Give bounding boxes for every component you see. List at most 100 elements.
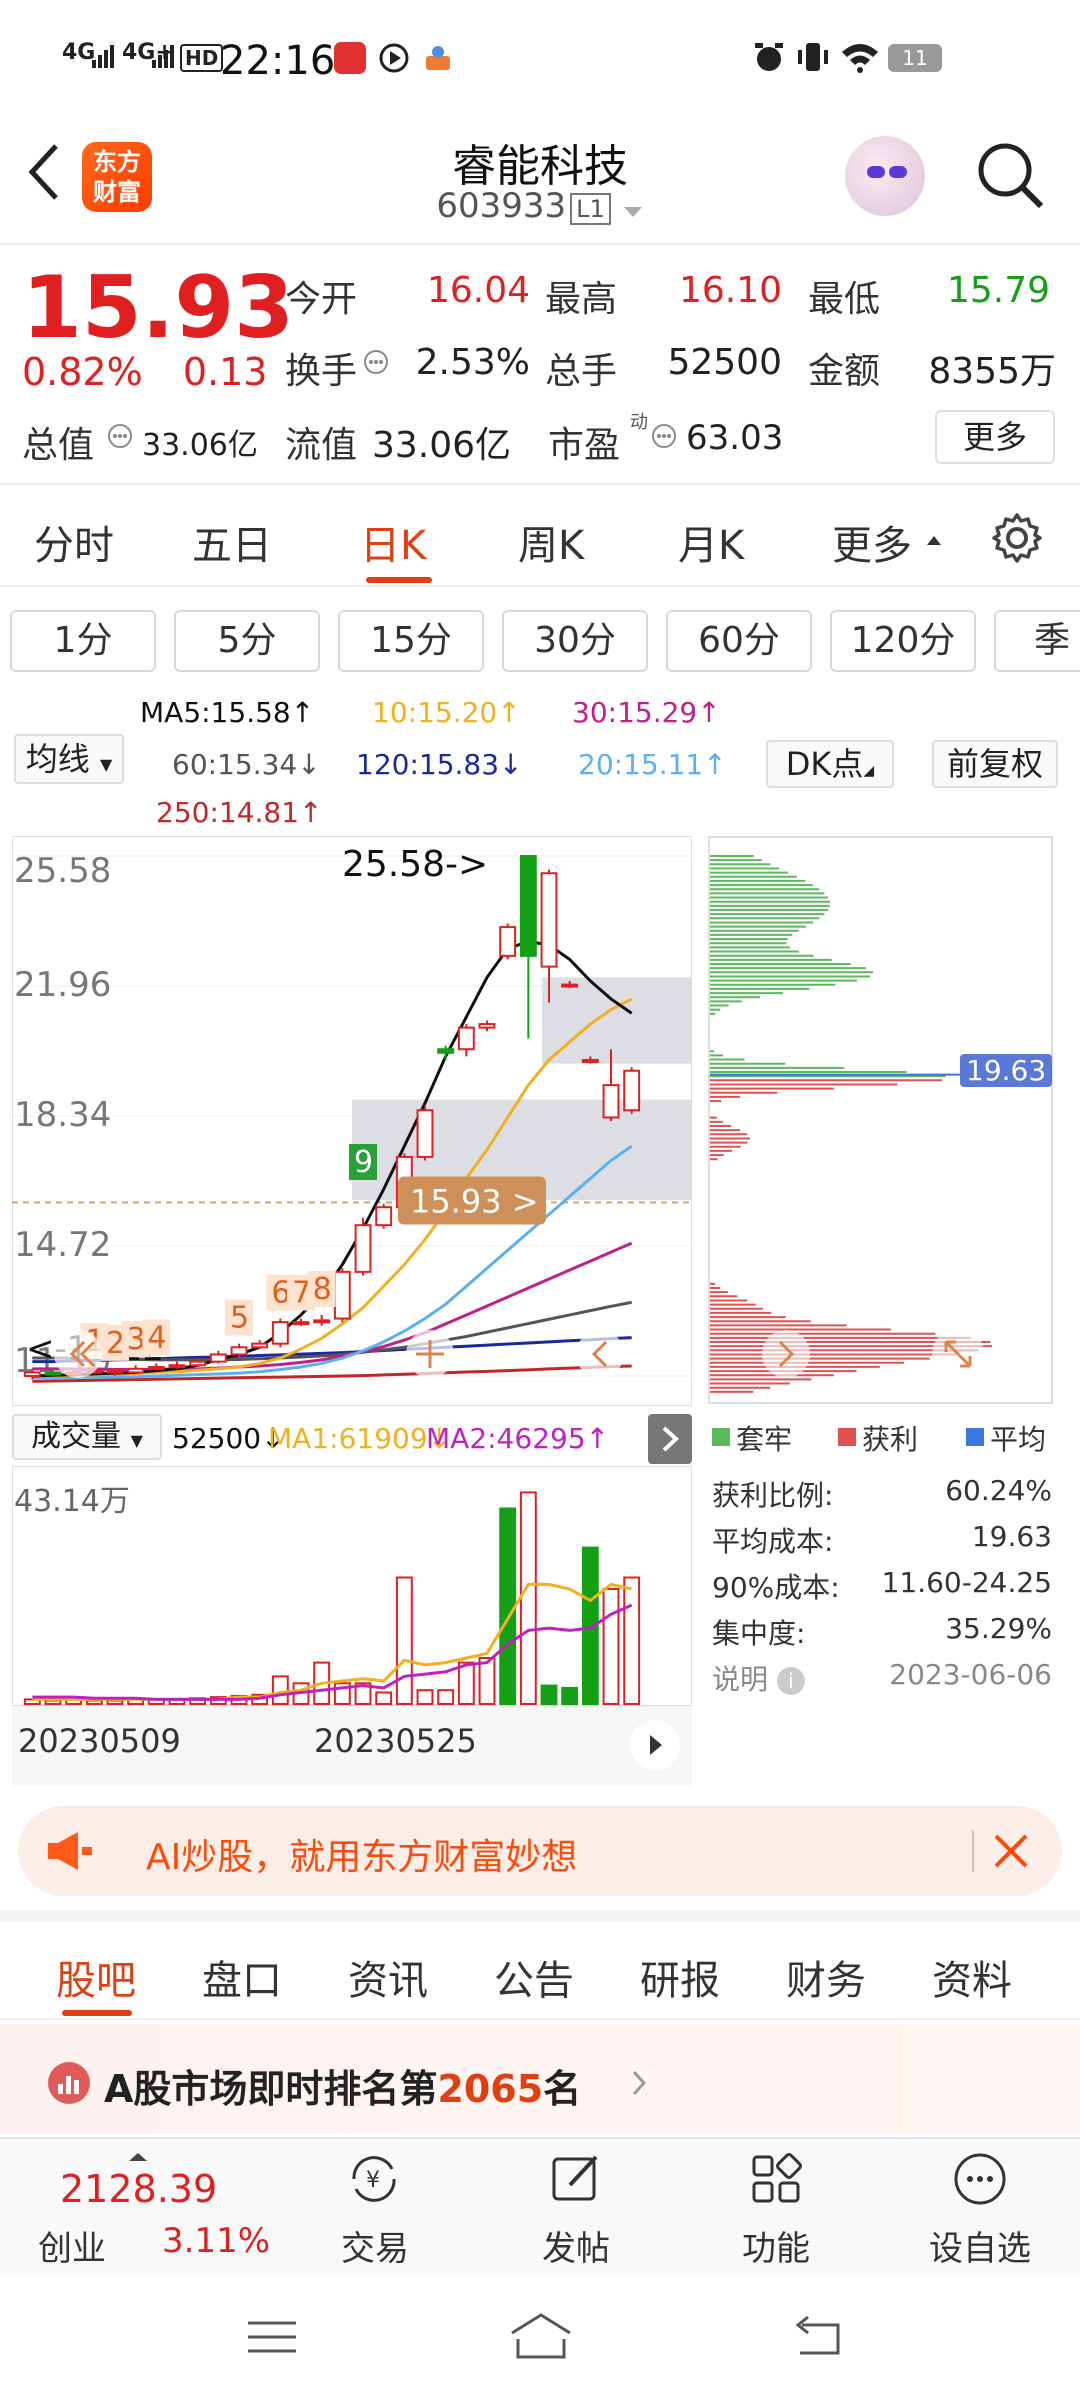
period-120min[interactable]: 120分 [830, 610, 976, 672]
volume-bar [271, 1675, 289, 1705]
logo-text-top: 东方 [93, 148, 141, 176]
caret-up-icon [926, 531, 942, 550]
index-change[interactable]: 3.11% [162, 2221, 270, 2261]
tab-monthly-k[interactable]: 月K [678, 513, 744, 571]
stock-code-row[interactable]: 603933 L1 [340, 186, 740, 228]
legend-average: 平均 [990, 1423, 1047, 1456]
status-bar: 4G 4G+ HD 22:16 11 [0, 0, 1080, 120]
back-icon[interactable] [792, 2313, 844, 2359]
candle-body [333, 1270, 351, 1320]
tab-daily-k[interactable]: 日K [360, 513, 426, 571]
grid-icon[interactable] [746, 2149, 806, 2209]
candle-body [292, 1321, 310, 1326]
candle-body [540, 872, 558, 968]
change-amount: 0.13 [182, 350, 268, 394]
megaphone-icon [44, 1828, 94, 1874]
tab-order-book[interactable]: 盘口 [202, 1948, 282, 2006]
hd-icon: HD [180, 44, 224, 72]
post-icon[interactable] [546, 2149, 606, 2209]
detail-tabs: 股吧 盘口 资讯 公告 研报 财务 资料 [0, 1910, 1080, 2020]
back-arrow-icon[interactable] [26, 142, 66, 202]
chevron-right-icon [630, 2068, 648, 2102]
tab-intraday[interactable]: 分时 [34, 513, 114, 571]
market-rank[interactable]: A股市场即时排名第2065名 [0, 2024, 1080, 2134]
adjust-button[interactable]: 前复权 [932, 740, 1058, 788]
y-tick-label: 21.96 [14, 965, 111, 1005]
tab-announcements[interactable]: 公告 [494, 1948, 574, 2006]
play-forward-icon[interactable] [630, 1720, 680, 1770]
nav-add-watchlist[interactable]: 设自选 [910, 2221, 1050, 2270]
note-link[interactable]: 说明 [712, 1663, 768, 1696]
chip-legend: 套牢 获利 平均 [712, 1418, 1057, 1458]
chevron-down-icon [622, 188, 644, 228]
close-icon[interactable] [990, 1830, 1032, 1872]
period-quarter[interactable]: 季 [994, 610, 1080, 672]
candle-body [457, 1026, 475, 1051]
period-30min[interactable]: 30分 [502, 610, 648, 672]
info-icon[interactable] [650, 422, 678, 450]
y-tick-label: 25.58 [14, 851, 111, 891]
volume-bar [478, 1657, 496, 1705]
candle-body [437, 1048, 455, 1054]
avatar-eye-left [867, 166, 885, 178]
total-cap-label: 总值 [22, 425, 95, 466]
indicator-select[interactable]: 均线 ▼ [14, 734, 124, 784]
ai-banner[interactable]: AI炒股，就用东方财富妙想 [18, 1806, 1062, 1896]
corner-triangle-icon: ◢ [863, 763, 875, 779]
assistant-avatar[interactable] [845, 136, 925, 216]
chevron-right-icon[interactable] [648, 1414, 692, 1464]
app-logo[interactable]: 东方 财富 [82, 142, 152, 212]
period-60min[interactable]: 60分 [666, 610, 812, 672]
home-icon[interactable] [508, 2311, 574, 2361]
index-value[interactable]: 2128.39 [60, 2167, 217, 2211]
tab-news[interactable]: 资讯 [348, 1948, 428, 2006]
trade-icon[interactable]: ¥ [344, 2149, 404, 2209]
tab-research[interactable]: 研报 [640, 1948, 720, 2006]
tab-five-day[interactable]: 五日 [192, 513, 272, 571]
candle-body [581, 1058, 599, 1063]
concentration-value: 35.29% [945, 1612, 1052, 1645]
tab-forum[interactable]: 股吧 [56, 1948, 136, 2006]
price-tag-label: 15.93 > [410, 1183, 539, 1221]
nav-functions[interactable]: 功能 [706, 2221, 846, 2270]
stat-row: 平均成本: 19.63 [712, 1520, 1052, 1566]
tab-profile[interactable]: 资料 [932, 1948, 1012, 2006]
add-watchlist-icon[interactable] [950, 2149, 1010, 2209]
avg-cost-label: 平均成本: [712, 1525, 834, 1558]
tab-more[interactable]: 更多 [832, 513, 912, 571]
gear-icon[interactable] [990, 511, 1044, 565]
signal-icon [152, 44, 174, 68]
info-icon[interactable] [106, 422, 134, 450]
float-cap-value: 33.06亿 [372, 425, 512, 466]
info-icon[interactable] [362, 348, 390, 376]
candle-body [44, 1371, 62, 1376]
tab-weekly-k[interactable]: 周K [518, 513, 584, 571]
volume-indicator-select[interactable]: 成交量 ▼ [12, 1414, 162, 1460]
low-label: 最低 [808, 279, 881, 320]
candle-body [23, 1371, 41, 1377]
period-1min[interactable]: 1分 [10, 610, 156, 672]
tab-financials[interactable]: 财务 [786, 1948, 866, 2006]
chip-distribution-chart[interactable] [708, 836, 1053, 1406]
turnover-label: 换手 [285, 351, 358, 392]
nav-trade[interactable]: 交易 [305, 2221, 445, 2270]
indicator-select-label: 均线 [25, 740, 90, 778]
period-15min[interactable]: 15分 [338, 610, 484, 672]
pe-label: 市盈 [548, 425, 621, 466]
ma250-legend: 250:14.81↑ [156, 796, 323, 829]
banner-text: AI炒股，就用东方财富妙想 [146, 1837, 578, 1878]
more-button[interactable]: 更多 [935, 410, 1055, 464]
menu-icon[interactable] [246, 2317, 298, 2357]
dk-point-button[interactable]: DK点◢ [766, 740, 894, 788]
search-icon[interactable] [975, 140, 1045, 210]
volume-bar [561, 1686, 579, 1705]
index-name[interactable]: 创业 [38, 2221, 106, 2270]
nav-post[interactable]: 发帖 [506, 2221, 646, 2270]
period-5min[interactable]: 5分 [174, 610, 320, 672]
play-icon [378, 42, 410, 74]
info-icon[interactable]: i [776, 1667, 805, 1695]
stock-name: 睿能科技 [452, 141, 628, 192]
candle-body [106, 1369, 124, 1374]
kline-chart[interactable]: 25.5821.9618.3414.7211.10 25.58-><-11.12… [12, 836, 692, 1406]
scroll-right-icon [576, 1330, 624, 1378]
